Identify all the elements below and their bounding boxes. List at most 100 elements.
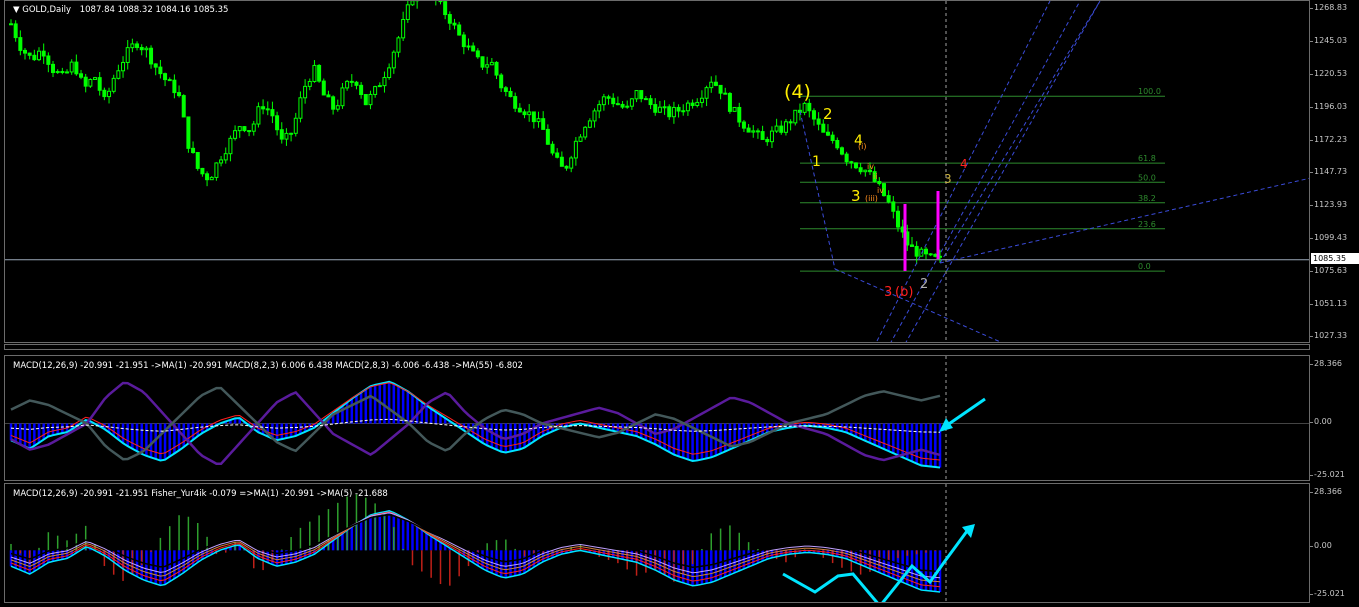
candle-body (727, 93, 732, 112)
candle-body (219, 159, 224, 164)
candle-body (914, 245, 919, 257)
candle-body (629, 98, 634, 107)
pane-separator[interactable] (4, 344, 1310, 350)
minor-wave-mark: iv (877, 186, 884, 195)
candle-body (79, 73, 84, 78)
candle-body (349, 80, 354, 83)
candle-body (401, 18, 406, 39)
candle-body (163, 73, 168, 81)
candle-body (802, 102, 807, 113)
candle-body (265, 108, 270, 111)
price-axis: 1268.83 1245.03 1220.53 1196.03 1172.23 … (1309, 0, 1359, 343)
candle-body (573, 140, 578, 159)
candle-body (13, 23, 18, 39)
candle-body (191, 147, 196, 154)
candle-body (359, 84, 364, 96)
candle-body (275, 115, 280, 131)
candle-body (587, 120, 592, 128)
candle-body (321, 80, 326, 96)
candle-body (550, 143, 555, 154)
candle-body (293, 117, 298, 134)
candle-body (825, 131, 830, 136)
candle-body (97, 77, 102, 91)
candle-body (685, 102, 690, 112)
indicator-tick: 0.00 (1310, 541, 1332, 550)
candle-body (583, 126, 588, 138)
candle-body (177, 92, 182, 97)
candle-body (774, 125, 779, 132)
candle-body (690, 102, 695, 106)
candle-body (158, 66, 163, 75)
candle-body (102, 89, 107, 98)
indicator-pane-2[interactable]: MACD(12,26,9) -20.991 -21.951 Fisher_Yur… (4, 483, 1310, 603)
price-tick: 1051.13 (1309, 299, 1348, 308)
candle-body (928, 253, 933, 256)
price-tick: 1123.93 (1309, 200, 1348, 209)
candle-body (503, 87, 508, 92)
candle-body (237, 126, 242, 132)
candle-body (475, 50, 480, 58)
candle-body (209, 176, 214, 181)
annotation-zigzag (782, 526, 972, 602)
candle-body (699, 97, 704, 103)
candle-body (135, 43, 140, 48)
indicator-pane-1[interactable]: MACD(12,26,9) -20.991 -21.951 ->MA(1) -2… (4, 355, 1310, 481)
candle-body (858, 167, 863, 173)
price-chart-pane[interactable]: ▼ GOLD,Daily 1087.84 1088.32 1084.16 108… (4, 0, 1310, 343)
candle-body (387, 67, 392, 78)
candle-body (9, 23, 13, 26)
candle-body (485, 64, 490, 68)
candle-body (354, 81, 359, 86)
candle-body (228, 137, 233, 155)
candle-body (788, 121, 793, 124)
candle-body (849, 161, 854, 164)
candle-body (466, 45, 471, 48)
candle-body (499, 74, 504, 89)
fib-label: 0.0 (1138, 262, 1151, 271)
candle-body (391, 51, 396, 69)
candle-body (242, 126, 247, 132)
candle-body (121, 61, 126, 72)
current-price-label: 1085.35 (1311, 253, 1359, 264)
channel-line (890, 1, 1081, 342)
candle-body (251, 123, 256, 132)
candle-body (116, 70, 121, 79)
channel-line (905, 1, 1101, 342)
candle-body (256, 106, 261, 125)
candle-body (891, 201, 896, 212)
candle-body (261, 106, 266, 110)
candle-body (368, 93, 373, 106)
candle-body (60, 71, 65, 74)
candle-body (555, 152, 560, 158)
candle-body (783, 121, 788, 133)
wave-label-3-small: 3 (944, 172, 952, 186)
candle-body (625, 105, 630, 108)
candle-body (270, 109, 275, 117)
indicator-tick: 0.00 (1310, 417, 1332, 426)
candle-body (671, 106, 676, 118)
price-tick: 1268.83 (1309, 3, 1348, 12)
price-tick: 1147.73 (1309, 167, 1348, 176)
candle-body (289, 132, 294, 135)
candle-body (461, 34, 466, 48)
indicator-tick: -25.021 (1310, 470, 1345, 479)
indicator-plot-2 (9, 484, 975, 602)
candle-body (620, 103, 625, 108)
candle-body (489, 61, 494, 66)
candle-body (821, 123, 826, 133)
candle-body (779, 125, 784, 133)
candle-body (895, 210, 900, 228)
minor-wave-mark: (iii) (865, 194, 878, 203)
indicator-axis-2: 28.366 0.00 -25.021 (1310, 483, 1359, 607)
candle-body (601, 96, 606, 106)
wave-label-4-red: 4 (960, 157, 968, 171)
candle-body (149, 47, 154, 65)
wave-label-4: (4) (784, 81, 811, 103)
candle-body (32, 54, 37, 61)
wave-label-3-red: 3 (884, 285, 892, 300)
wave-label-3: 3 (851, 187, 861, 205)
channel-line (939, 177, 1309, 264)
candle-body (23, 49, 28, 54)
candle-body (531, 111, 536, 123)
candle-body (676, 106, 681, 112)
